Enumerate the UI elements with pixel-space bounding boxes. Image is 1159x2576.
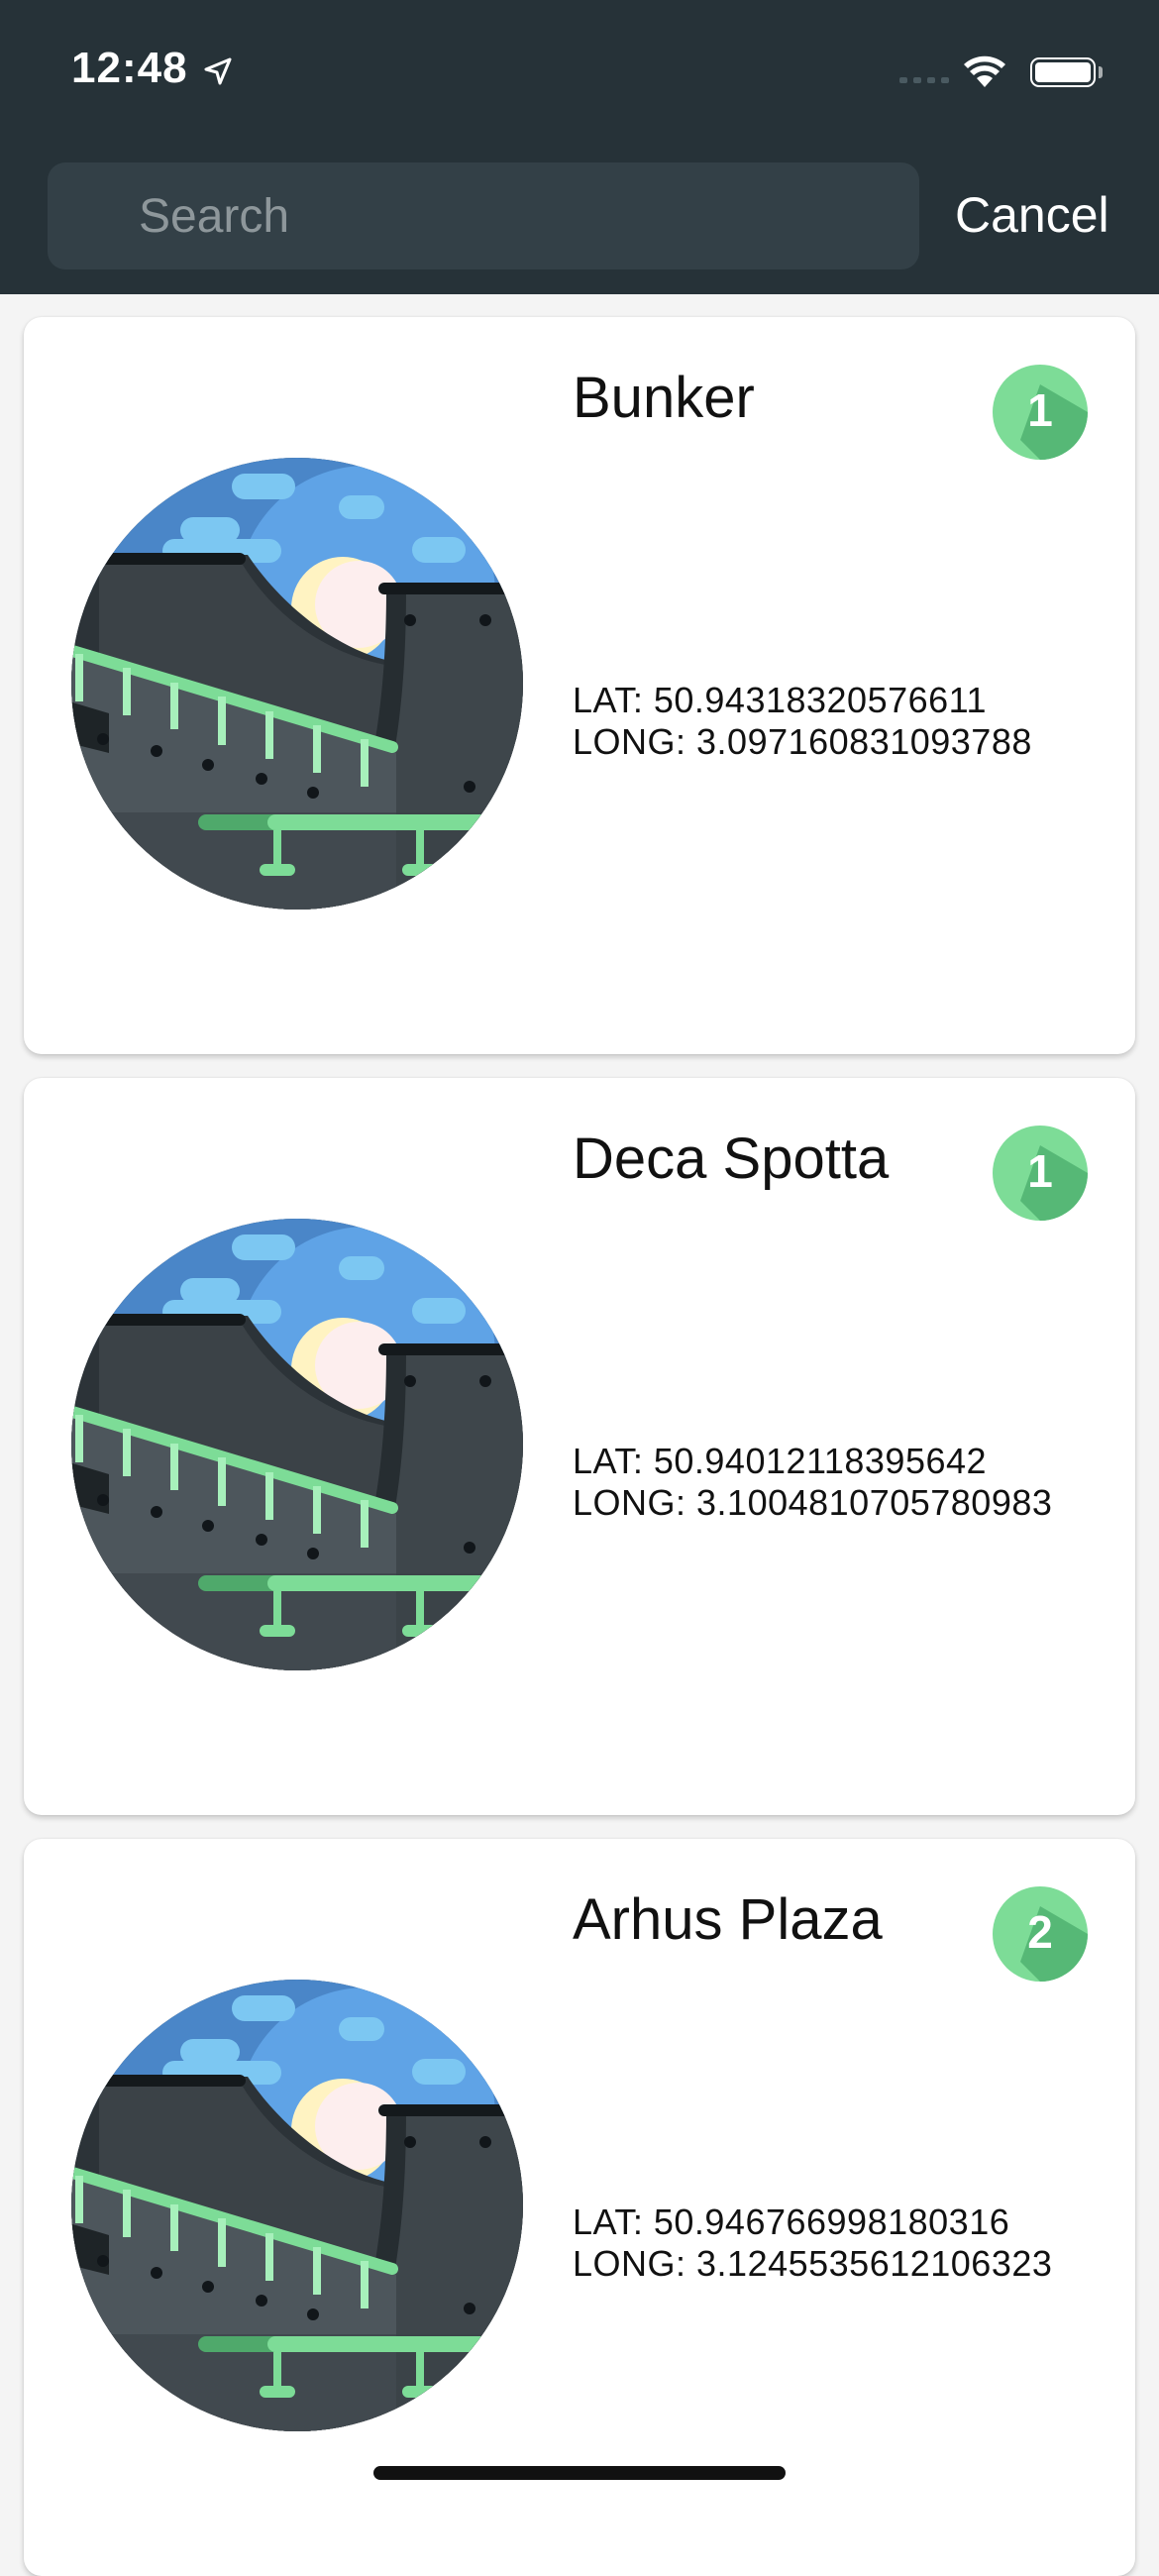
search-header: 12:48 Cancel — [0, 0, 1159, 294]
search-field[interactable] — [48, 162, 919, 269]
spot-latitude: LAT: 50.94318320576611 — [573, 680, 988, 720]
battery-tip — [1099, 66, 1103, 78]
spot-latitude: LAT: 50.946766998180316 — [573, 2201, 1010, 2242]
battery-icon — [1030, 57, 1096, 87]
cellular-signal-icon — [899, 77, 949, 83]
spot-name: Deca Spotta — [573, 1127, 890, 1191]
spot-coordinates: LAT: 50.946766998180316 LONG: 3.12455356… — [573, 2201, 1052, 2285]
wifi-icon — [964, 55, 1005, 87]
skate-bowl-illustration-icon — [69, 456, 525, 912]
spot-card[interactable]: Bunker 1 LAT: 50.94318320576611 LONG: 3.… — [24, 317, 1135, 1054]
skate-bowl-illustration-icon — [69, 1978, 525, 2433]
cancel-button[interactable]: Cancel — [955, 182, 1109, 248]
status-time: 12:48 — [71, 44, 188, 92]
search-input[interactable] — [137, 187, 919, 245]
badge-count: 1 — [1027, 384, 1053, 436]
spot-name: Bunker — [573, 366, 755, 430]
spot-latitude: LAT: 50.94012118395642 — [573, 1441, 988, 1481]
spot-card[interactable]: Deca Spotta 1 LAT: 50.94012118395642 LON… — [24, 1078, 1135, 1815]
badge-count: 1 — [1027, 1145, 1053, 1197]
spot-longitude: LONG: 3.1245535612106323 — [573, 2243, 1053, 2284]
badge-count: 2 — [1027, 1906, 1053, 1958]
spot-longitude: LONG: 3.1004810705780983 — [573, 1482, 1053, 1523]
spot-coordinates: LAT: 50.94012118395642 LONG: 3.100481070… — [573, 1441, 1052, 1524]
spot-name: Arhus Plaza — [573, 1887, 883, 1952]
count-badge: 1 — [993, 1126, 1088, 1221]
count-badge: 1 — [993, 365, 1088, 460]
location-arrow-icon — [204, 57, 232, 85]
spot-coordinates: LAT: 50.94318320576611 LONG: 3.097160831… — [573, 680, 1032, 763]
home-indicator[interactable] — [373, 2466, 786, 2480]
spot-longitude: LONG: 3.097160831093788 — [573, 721, 1032, 762]
skate-bowl-illustration-icon — [69, 1217, 525, 1672]
count-badge: 2 — [993, 1886, 1088, 1982]
